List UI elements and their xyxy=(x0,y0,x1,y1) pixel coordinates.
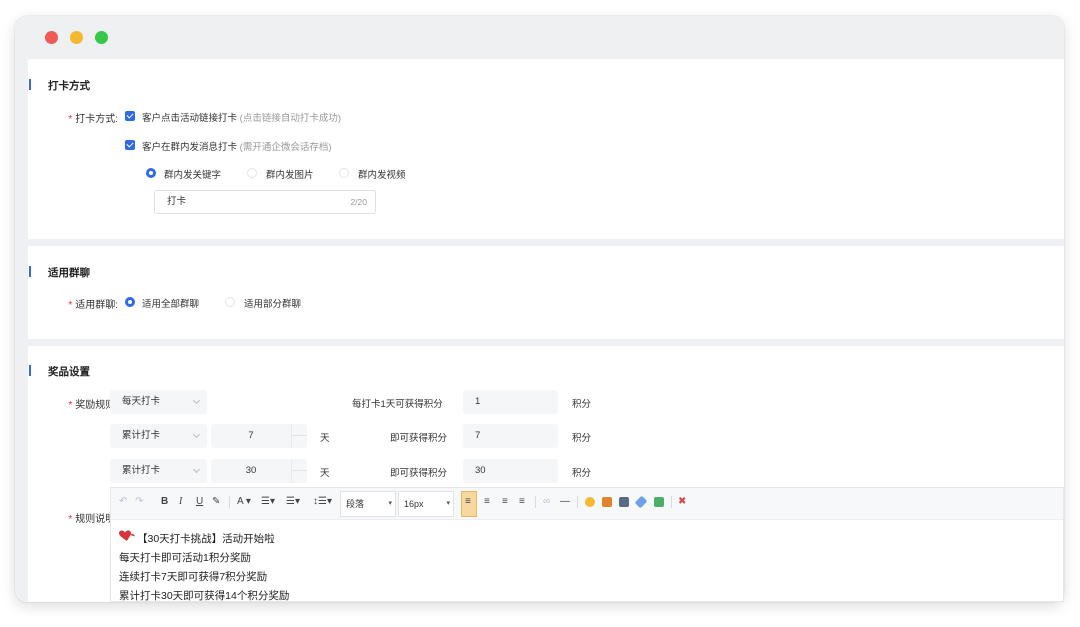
heart-emoji-icon xyxy=(119,530,135,541)
align-right-icon[interactable]: ≡ xyxy=(502,495,508,509)
section-marker xyxy=(29,79,31,90)
option-group-message-checkin[interactable]: 客户在群内发消息打卡 (需开通企微会话存档) xyxy=(142,139,331,153)
align-center-icon[interactable]: ≡ xyxy=(484,495,490,509)
reward-type-select-cumulative-1[interactable]: 累计打卡 xyxy=(110,424,207,448)
option-click-checkin[interactable]: 客户点击活动链接打卡 (点击链接自动打卡成功) xyxy=(142,110,341,124)
radio-all-groups[interactable] xyxy=(125,297,135,307)
chevron-down-icon xyxy=(192,430,201,439)
reward-daily-unit: 积分 xyxy=(572,399,592,410)
image-icon[interactable] xyxy=(602,497,612,507)
reward-daily-points-input[interactable]: 1 xyxy=(463,390,558,414)
editor-line-2: 每天打卡即可活动1积分奖励 xyxy=(119,552,251,564)
title-bar xyxy=(15,16,1064,59)
days-stepper-1[interactable]: 7 xyxy=(211,424,307,448)
toolbar-separator xyxy=(229,496,230,508)
days-unit-2: 天 xyxy=(320,468,330,479)
rule-description-editor[interactable]: ↶ ↷ B I U ✎ A ▾ ☰▾ ☰▾ ↕☰▾ 段落 ▾ 16px ▾ ≡ ≡ … xyxy=(110,487,1064,602)
reward-cumulative-unit-1: 积分 xyxy=(572,433,592,444)
checkbox-click-checkin[interactable] xyxy=(125,111,135,121)
redo-icon[interactable]: ↷ xyxy=(135,495,143,509)
editor-line-1: 【30天打卡挑战】活动开始啦 xyxy=(137,533,275,545)
toolbar-separator xyxy=(577,496,578,508)
chevron-down-icon xyxy=(192,396,201,405)
clear-format-icon[interactable]: ✖ xyxy=(678,495,686,509)
radio-label-video[interactable]: 群内发视频 xyxy=(358,167,406,181)
reward-daily-prefix: 每打卡1天可获得积分 xyxy=(352,399,443,410)
table-icon[interactable] xyxy=(619,497,629,507)
radio-label-keyword[interactable]: 群内发关键字 xyxy=(164,167,221,181)
radio-image[interactable] xyxy=(247,168,257,178)
required-marker: * xyxy=(68,514,73,525)
font-size-select[interactable]: 16px ▾ xyxy=(398,491,454,517)
section-title-checkin: 打卡方式 xyxy=(48,80,90,92)
section-marker xyxy=(29,266,31,277)
radio-label-some-groups[interactable]: 适用部分群聊 xyxy=(244,296,301,310)
chevron-down-icon: ▾ xyxy=(388,500,392,507)
reward-rule-label: * 奖励规则: xyxy=(68,400,118,411)
checkin-method-card: 打卡方式 * 打卡方式: 客户点击活动链接打卡 (点击链接自动打卡成功) 客户在群… xyxy=(28,59,1064,239)
groups-label: * 适用群聊: xyxy=(68,300,118,311)
link-icon[interactable]: ∞ xyxy=(543,495,550,509)
editor-line-4: 累计打卡30天即可获得14个积分奖励 xyxy=(119,590,290,602)
keyword-input-value: 打卡 xyxy=(167,196,187,207)
reward-type-select-daily[interactable]: 每天打卡 xyxy=(110,390,207,414)
reward-cumulative-points-input-1[interactable]: 7 xyxy=(463,424,558,448)
reward-cumulative-unit-2: 积分 xyxy=(572,468,592,479)
unordered-list-icon[interactable]: ☰▾ xyxy=(286,495,300,509)
attachment-icon[interactable] xyxy=(634,495,648,509)
reward-cumulative-prefix-1: 即可获得积分 xyxy=(390,433,448,444)
align-left-icon[interactable]: ≡ xyxy=(465,495,471,509)
checkin-method-label: * 打卡方式: xyxy=(68,114,118,125)
days-stepper-2[interactable]: 30 xyxy=(211,459,307,483)
toolbar-separator xyxy=(671,496,672,508)
italic-button[interactable]: I xyxy=(179,495,182,509)
radio-label-all-groups[interactable]: 适用全部群聊 xyxy=(142,296,199,310)
rule-description-label: * 规则说明: xyxy=(68,514,118,525)
editor-line-3: 连续打卡7天即可获得7积分奖励 xyxy=(119,571,268,583)
checkbox-group-message-checkin[interactable] xyxy=(125,140,135,150)
ordered-list-icon[interactable]: ☰▾ xyxy=(261,495,275,509)
section-title-groups: 适用群聊 xyxy=(48,267,90,279)
maximize-window-button[interactable] xyxy=(95,31,108,44)
required-marker: * xyxy=(68,400,73,411)
required-marker: * xyxy=(68,300,73,311)
radio-video[interactable] xyxy=(339,168,349,178)
toolbar-separator xyxy=(535,496,536,508)
undo-icon[interactable]: ↶ xyxy=(119,495,127,509)
font-color-button[interactable]: A ▾ xyxy=(237,495,251,509)
underline-button[interactable]: U xyxy=(196,495,203,509)
applicable-groups-card: 适用群聊 * 适用群聊: 适用全部群聊 适用部分群聊 xyxy=(28,246,1064,339)
chevron-down-icon: ▾ xyxy=(446,500,450,507)
reward-cumulative-prefix-2: 即可获得积分 xyxy=(390,468,448,479)
keyword-input[interactable]: 打卡 2/20 xyxy=(154,190,376,214)
required-marker: * xyxy=(68,114,73,125)
emoji-icon[interactable] xyxy=(585,497,595,507)
paragraph-select[interactable]: 段落 ▾ xyxy=(340,491,396,517)
minimize-window-button[interactable] xyxy=(70,31,83,44)
stepper-buttons[interactable] xyxy=(291,459,307,483)
line-height-icon[interactable]: ↕☰▾ xyxy=(313,495,332,509)
format-painter-icon[interactable]: ✎ xyxy=(212,495,220,509)
stepper-buttons[interactable] xyxy=(291,424,307,448)
radio-keyword[interactable] xyxy=(146,168,156,178)
section-title-reward: 奖品设置 xyxy=(48,366,90,378)
align-justify-icon[interactable]: ≡ xyxy=(519,495,525,509)
reward-type-select-cumulative-2[interactable]: 累计打卡 xyxy=(110,459,207,483)
days-unit-1: 天 xyxy=(320,433,330,444)
radio-some-groups[interactable] xyxy=(225,297,235,307)
radio-label-image[interactable]: 群内发图片 xyxy=(266,167,314,181)
close-window-button[interactable] xyxy=(45,31,58,44)
section-marker xyxy=(29,365,31,376)
chevron-down-icon xyxy=(192,465,201,474)
horizontal-rule-icon[interactable]: — xyxy=(560,495,570,509)
reward-cumulative-points-input-2[interactable]: 30 xyxy=(463,459,558,483)
media-icon[interactable] xyxy=(654,497,664,507)
editor-toolbar: ↶ ↷ B I U ✎ A ▾ ☰▾ ☰▾ ↕☰▾ 段落 ▾ 16px ▾ ≡ ≡ … xyxy=(111,488,1063,520)
keyword-char-counter: 2/20 xyxy=(350,197,367,207)
bold-button[interactable]: B xyxy=(161,495,168,509)
